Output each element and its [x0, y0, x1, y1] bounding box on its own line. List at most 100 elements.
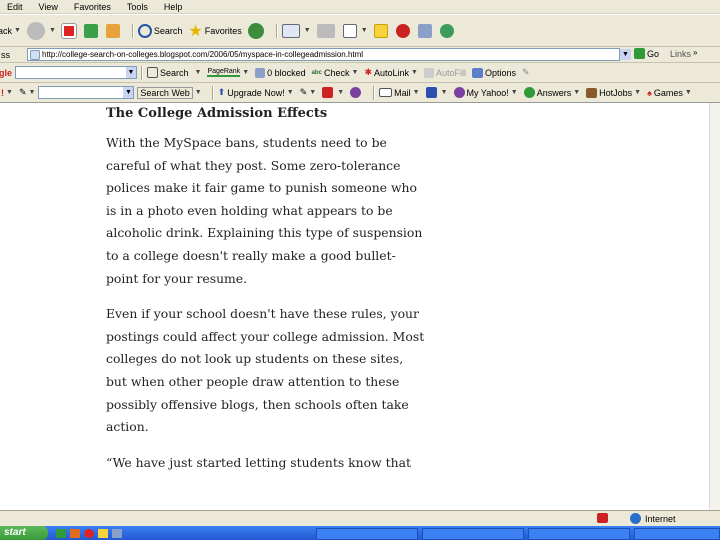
edit-toolbar-icon[interactable]: ✎: [19, 87, 27, 98]
home-button[interactable]: [105, 23, 122, 38]
taskbar-window-button[interactable]: [316, 528, 418, 540]
address-input[interactable]: http://college-search-on-colleges.blogsp…: [27, 48, 620, 61]
note-icon: [373, 23, 388, 38]
refresh-button[interactable]: [83, 23, 100, 38]
yahoo-360-button[interactable]: [350, 87, 363, 98]
printer-icon: [316, 23, 335, 38]
article-paragraph: Even if your school doesn't have these r…: [106, 306, 425, 435]
blocker-icon: [255, 67, 266, 78]
chevron-down-icon: ▼: [303, 27, 311, 34]
security-zone: Internet: [630, 513, 676, 524]
zone-label: Internet: [645, 513, 676, 524]
chevron-right-icon[interactable]: »: [693, 48, 697, 57]
google-toolbar: gle ▼ Search ▼ PageRank ▼ 0 blocked ᵃᵇᶜ Che…: [0, 63, 720, 83]
search-web-button[interactable]: Search Web ▼: [137, 86, 202, 99]
autofill-icon: [423, 67, 434, 78]
yahoo-logo-icon: !: [1, 87, 4, 98]
menu-edit[interactable]: Edit: [7, 2, 23, 12]
yahoo-search-input[interactable]: ▼: [38, 86, 135, 99]
games-button[interactable]: ♠ Games ▼: [647, 88, 692, 98]
toolbar-divider: [373, 85, 376, 100]
star-icon: ★: [188, 22, 203, 40]
popup-blocker-button[interactable]: 0 blocked: [255, 67, 306, 78]
media-icon: [417, 23, 432, 38]
go-arrow-icon: [634, 48, 645, 59]
games-label: Games: [653, 87, 683, 98]
autolink-button[interactable]: ✱ AutoLink ▼: [364, 67, 418, 78]
pencil-button[interactable]: ✎ ▼: [300, 87, 316, 98]
blog-article: gh gp The College Admission Effects With…: [106, 103, 426, 487]
status-bar: Internet: [0, 510, 720, 526]
links-label[interactable]: Links: [670, 49, 691, 59]
forward-button[interactable]: ▼: [26, 21, 56, 40]
pencil-button[interactable]: ✎: [522, 67, 530, 78]
spellcheck-button[interactable]: ᵃᵇᶜ Check ▼: [312, 68, 359, 78]
menu-tools[interactable]: Tools: [127, 2, 148, 12]
google-g-icon: [147, 67, 159, 78]
toolbar-divider: [211, 85, 214, 100]
menu-help[interactable]: Help: [164, 2, 183, 12]
chevron-down-icon: ▼: [510, 89, 518, 96]
chevron-down-icon: ▼: [194, 89, 202, 96]
chevron-down-icon: ▼: [440, 89, 448, 96]
answers-button[interactable]: Answers ▼: [523, 87, 581, 98]
myyahoo-button[interactable]: My Yahoo! ▼: [453, 87, 518, 98]
go-button[interactable]: Go: [634, 48, 659, 59]
address-bar: ss http://college-search-on-colleges.blo…: [0, 47, 720, 63]
options-button[interactable]: Options: [471, 67, 517, 78]
taskbar-window-button[interactable]: [528, 528, 630, 540]
vertical-scrollbar[interactable]: [709, 103, 720, 510]
start-button[interactable]: start: [0, 526, 48, 540]
google-search-button[interactable]: Search ▼: [147, 67, 201, 78]
favorites-button[interactable]: ★ Favorites: [188, 21, 241, 41]
autolink-icon: ✱: [364, 67, 372, 77]
taskbar-window-button[interactable]: [634, 528, 720, 540]
history-button[interactable]: [247, 22, 266, 39]
taskbar-window-button[interactable]: [422, 528, 524, 540]
chevron-down-icon: ▼: [411, 69, 418, 76]
upgrade-button[interactable]: ⬆ Upgrade Now! ▼: [218, 87, 294, 98]
hotjobs-button[interactable]: HotJobs ▼: [586, 87, 641, 98]
research-button[interactable]: [395, 23, 412, 38]
yahoo-mail-button[interactable]: Mail ▼: [379, 88, 420, 98]
autofill-label: AutoFill: [435, 67, 466, 78]
discuss-button[interactable]: [373, 23, 390, 38]
back-button[interactable]: Back▼: [0, 26, 21, 36]
stop-button[interactable]: [60, 22, 78, 39]
chevron-down-icon: ▼: [573, 89, 581, 96]
antispy-button[interactable]: ▼: [322, 87, 344, 98]
quicklaunch-icon: [56, 529, 66, 538]
standard-toolbar: Back▼ ▼ Search ★Favorites ▼ ▼: [0, 15, 720, 47]
pagerank-indicator[interactable]: PageRank ▼: [207, 68, 249, 77]
yahoo-toolbar: ! ▼ ✎ ▼ ▼ Search Web ▼ ⬆ Upgrade Now! ▼ ✎ ▼ ▼ …: [0, 83, 720, 103]
autofill-button[interactable]: AutoFill: [423, 67, 466, 78]
bookmarks-button[interactable]: ▼: [425, 87, 448, 98]
taskbar: start: [0, 526, 720, 540]
history-icon: [247, 22, 264, 39]
mail-button[interactable]: ▼: [281, 23, 311, 38]
search-button[interactable]: Search: [137, 23, 182, 38]
google-logo: gle: [0, 67, 13, 78]
messenger-button[interactable]: [417, 23, 434, 38]
research-icon: [395, 23, 410, 38]
menu-favorites[interactable]: Favorites: [74, 2, 111, 12]
article-paragraph: “We have just started letting students k…: [106, 454, 411, 470]
padlock-icon: [597, 513, 608, 523]
toolbar-divider: [131, 23, 134, 38]
section-heading: The College Admission Effects: [106, 106, 328, 121]
chevron-down-icon: ▼: [684, 89, 692, 96]
quicklaunch-icon: [112, 529, 122, 538]
chevron-down-icon: ▼: [14, 27, 21, 34]
google-search-input[interactable]: ▼: [15, 66, 138, 79]
edit-button[interactable]: ▼: [342, 23, 368, 38]
print-button[interactable]: [316, 23, 337, 38]
menu-view[interactable]: View: [39, 2, 58, 12]
address-dropdown[interactable]: ▼: [620, 49, 631, 60]
options-label: Options: [484, 67, 517, 78]
briefcase-icon: [586, 87, 598, 98]
upgrade-label: Upgrade Now!: [227, 87, 285, 98]
mail-icon: [379, 88, 393, 97]
contacts-button[interactable]: [439, 23, 456, 38]
games-icon: ♠: [647, 87, 652, 98]
yahoo-360-icon: [350, 87, 362, 98]
